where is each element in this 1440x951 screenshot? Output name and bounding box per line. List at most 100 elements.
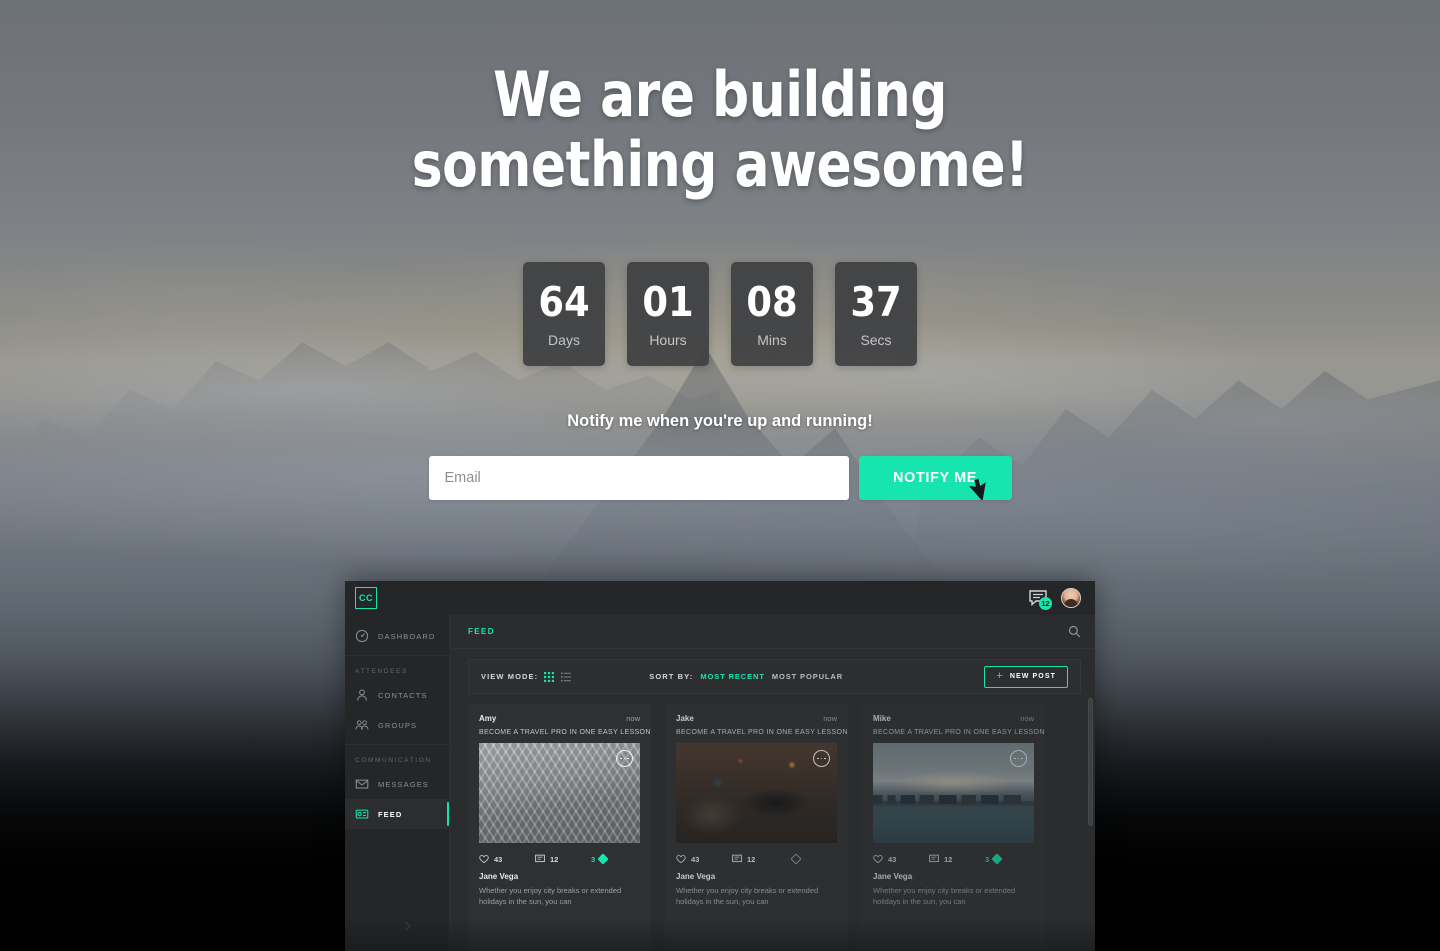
plus-icon: + [996, 670, 1004, 682]
notify-prompt: Notify me when you're up and running! [567, 412, 873, 430]
countdown-hours-value: 01 [642, 278, 694, 326]
countdown-days-value: 64 [538, 278, 590, 326]
sidebar-item-groups-label: GROUPS [378, 720, 418, 730]
app-preview-window: CC 12 DASHBOARD ATTENDEES CONTACTS GROUP… [345, 581, 1095, 951]
post-card[interactable]: Amy now BECOME A TRAVEL PRO IN ONE EASY … [468, 704, 651, 951]
post-card[interactable]: Jake now BECOME A TRAVEL PRO IN ONE EASY… [665, 704, 848, 951]
post-footer-name: Jane Vega [873, 872, 913, 881]
sidebar-item-dashboard[interactable]: DASHBOARD [345, 621, 449, 651]
post-card[interactable]: Mike now BECOME A TRAVEL PRO IN ONE EASY… [862, 704, 1045, 951]
countdown-mins: 08 Mins [731, 262, 813, 366]
post-footer-name: Jane Vega [676, 872, 716, 881]
sort-option-most-popular[interactable]: MOST POPULAR [772, 672, 843, 681]
countdown-timer: 64 Days 01 Hours 08 Mins 37 Secs [0, 262, 1440, 366]
sidebar-section-communication: COMMUNICATION [355, 757, 432, 764]
main-content: FEED VIEW MODE: SORT BY: MOST RECENT MOS… [450, 615, 1095, 951]
sidebar-item-contacts[interactable]: CONTACTS [345, 680, 449, 710]
comment-button[interactable]: 12 [535, 854, 591, 864]
post-footer-body: Whether you enjoy city breaks or extende… [479, 886, 622, 906]
notify-me-button[interactable]: NOTIFY ME [858, 456, 1012, 500]
post-header: Jake now [676, 714, 837, 723]
breadcrumb[interactable]: FEED [468, 627, 495, 636]
search-icon[interactable] [1068, 625, 1081, 638]
more-options-icon[interactable] [813, 750, 830, 767]
breadcrumb-bar: FEED [450, 615, 1095, 649]
like-button[interactable]: 43 [676, 854, 732, 864]
feed-toolbar: VIEW MODE: SORT BY: MOST RECENT MOST POP… [468, 659, 1081, 694]
users-icon [355, 720, 369, 730]
list-view-icon[interactable] [561, 672, 572, 682]
diamond-icon [597, 853, 609, 865]
post-header: Amy now [479, 714, 640, 723]
like-count: 43 [494, 854, 503, 864]
countdown-hours: 01 Hours [627, 262, 709, 366]
post-title: BECOME A TRAVEL PRO IN ONE EASY LESSON [676, 729, 848, 736]
post-title: BECOME A TRAVEL PRO IN ONE EASY LESSON [873, 729, 1045, 736]
feed-scrollbar-thumb[interactable] [1088, 698, 1093, 826]
new-post-button[interactable]: + NEW POST [984, 665, 1068, 688]
post-footer-body: Whether you enjoy city breaks or extende… [873, 886, 1016, 906]
like-button[interactable]: 43 [479, 854, 535, 864]
post-image[interactable] [479, 743, 640, 843]
post-stats: 43 12 [676, 846, 837, 872]
app-body: DASHBOARD ATTENDEES CONTACTS GROUPS COMM… [345, 615, 1095, 951]
chevron-right-icon[interactable] [403, 921, 413, 931]
post-stats: 43 12 3 [479, 846, 640, 872]
grid-view-icon[interactable] [544, 671, 555, 682]
like-count: 43 [691, 854, 700, 864]
comment-button[interactable]: 12 [929, 854, 985, 864]
post-author: Amy [479, 714, 497, 723]
diamond-icon [790, 853, 802, 865]
sort-by-label: SORT BY: [649, 672, 694, 681]
comment-icon [929, 854, 939, 863]
share-count: 3 [985, 854, 990, 864]
diamond-icon [991, 853, 1003, 865]
sort-option-most-recent[interactable]: MOST RECENT [700, 672, 764, 681]
post-timestamp: now [823, 714, 837, 723]
countdown-secs-value: 37 [850, 278, 902, 326]
countdown-days: 64 Days [523, 262, 605, 366]
more-options-icon[interactable] [616, 750, 633, 767]
sidebar-item-contacts-label: CONTACTS [378, 690, 428, 700]
heart-icon [676, 855, 686, 864]
sidebar-section-attendees: ATTENDEES [355, 668, 408, 675]
share-button[interactable] [788, 853, 802, 865]
post-footer-name: Jane Vega [479, 872, 519, 881]
app-topbar: CC 12 [345, 581, 1095, 615]
share-button[interactable]: 3 [591, 853, 609, 865]
sidebar-item-groups[interactable]: GROUPS [345, 710, 449, 740]
countdown-secs-label: Secs [860, 332, 892, 348]
share-count: 3 [591, 854, 596, 864]
sidebar-item-feed[interactable]: FEED [345, 799, 449, 829]
toolbar-wrap: VIEW MODE: SORT BY: MOST RECENT MOST POP… [450, 649, 1095, 694]
feed-scrollbar[interactable] [1088, 698, 1093, 858]
sidebar-item-messages[interactable]: MESSAGES [345, 769, 449, 799]
like-button[interactable]: 43 [873, 854, 929, 864]
messages-button[interactable]: 12 [1029, 590, 1052, 610]
post-title: BECOME A TRAVEL PRO IN ONE EASY LESSON [479, 729, 651, 736]
comment-icon [535, 854, 545, 863]
app-logo[interactable]: CC [355, 587, 377, 609]
countdown-mins-value: 08 [746, 278, 798, 326]
view-mode-label: VIEW MODE: [481, 672, 539, 681]
share-button[interactable]: 3 [985, 853, 1003, 865]
coming-soon-page: We are building something awesome! 64 Da… [0, 0, 1440, 951]
speedometer-icon [355, 629, 369, 643]
comment-button[interactable]: 12 [732, 854, 788, 864]
post-image[interactable] [873, 743, 1034, 843]
hero-section: We are building something awesome! 64 Da… [0, 0, 1440, 500]
post-footer-body: Whether you enjoy city breaks or extende… [676, 886, 819, 906]
view-mode-switch [544, 671, 572, 682]
avatar[interactable] [1061, 588, 1081, 608]
envelope-icon [355, 779, 369, 789]
post-footer: Jane Vega Whether you enjoy city breaks … [676, 872, 837, 913]
email-input[interactable] [428, 456, 849, 500]
more-options-icon[interactable] [1010, 750, 1027, 767]
post-author: Jake [676, 714, 694, 723]
heart-icon [873, 855, 883, 864]
comment-icon [732, 854, 742, 863]
feed-grid: Amy now BECOME A TRAVEL PRO IN ONE EASY … [450, 694, 1095, 951]
post-image[interactable] [676, 743, 837, 843]
messages-badge: 12 [1039, 597, 1052, 610]
page-title: We are building something awesome! [411, 58, 1029, 201]
